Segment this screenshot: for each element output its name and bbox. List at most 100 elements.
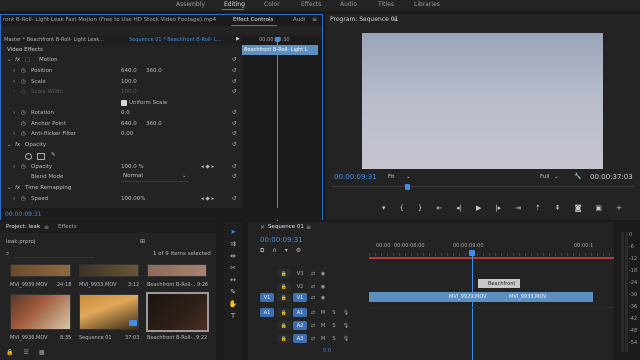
ripple-edit-icon[interactable]: ⇹ bbox=[230, 252, 236, 260]
solo-button[interactable]: S bbox=[329, 334, 339, 343]
stopwatch-icon[interactable]: ◷ bbox=[21, 121, 26, 127]
sync-lock-icon[interactable]: ⇄ bbox=[308, 282, 318, 291]
track-label-a1[interactable]: A1 bbox=[293, 308, 307, 317]
camera-icon[interactable]: ◙ bbox=[575, 204, 582, 212]
stopwatch-icon[interactable]: ◷ bbox=[21, 79, 26, 85]
track-label-a2[interactable]: A2 bbox=[293, 321, 307, 330]
sync-lock-icon[interactable]: ⇄ bbox=[308, 321, 318, 330]
track-lock-icon[interactable]: 🔒 bbox=[277, 308, 291, 317]
track-lock-icon[interactable]: 🔒 bbox=[277, 269, 291, 278]
master-clip-label[interactable]: Master * Beachfront B-Roll- Light Leak..… bbox=[4, 37, 104, 43]
mute-button[interactable]: M bbox=[318, 321, 328, 330]
search-icon[interactable]: ⌕ bbox=[6, 250, 9, 258]
extract-icon[interactable]: ⇞ bbox=[555, 204, 561, 212]
timeline-playhead[interactable] bbox=[472, 256, 473, 360]
workspace-audio[interactable]: Audio bbox=[340, 1, 357, 8]
mark-in-icon[interactable]: { bbox=[399, 204, 403, 212]
effect-controls-timecode[interactable]: 00:00:09:31 bbox=[5, 211, 42, 218]
workspace-assembly[interactable]: Assembly bbox=[176, 1, 205, 8]
work-area-bar[interactable] bbox=[369, 257, 614, 259]
lock-icon[interactable]: 🔒 bbox=[6, 349, 13, 358]
pen-mask-icon[interactable]: ✎ bbox=[51, 152, 56, 158]
eye-icon[interactable]: ◉ bbox=[318, 269, 328, 278]
workspace-color[interactable]: Color bbox=[264, 1, 280, 8]
reset-icon[interactable]: ↺ bbox=[232, 110, 237, 116]
mute-button[interactable]: M bbox=[318, 308, 328, 317]
compare-icon[interactable]: ▣ bbox=[595, 204, 602, 212]
sync-lock-icon[interactable]: ⇄ bbox=[308, 308, 318, 317]
mute-button[interactable]: M bbox=[318, 334, 328, 343]
step-back-icon[interactable]: ◂| bbox=[456, 204, 462, 212]
clip-thumbnail[interactable] bbox=[79, 264, 139, 277]
rotation-value[interactable]: 0.0 bbox=[121, 110, 130, 116]
workspace-libraries[interactable]: Libraries bbox=[414, 1, 440, 8]
stopwatch-icon[interactable]: ◷ bbox=[21, 110, 26, 116]
slip-tool-icon[interactable]: ↔ bbox=[230, 276, 236, 284]
expand-arrow-icon[interactable]: › bbox=[13, 79, 15, 85]
resolution-dropdown[interactable]: Full bbox=[540, 174, 549, 180]
time-remap-expand-icon[interactable]: ⌄ bbox=[7, 185, 12, 191]
tab-sequence[interactable]: Sequence 01 bbox=[268, 224, 304, 230]
snap-icon[interactable]: ⧉ bbox=[260, 247, 264, 255]
workspace-editing[interactable]: Editing bbox=[224, 1, 245, 8]
clip-v2[interactable]: Beachfront bbox=[478, 279, 520, 288]
go-to-out-icon[interactable]: ⇥ bbox=[515, 204, 521, 212]
eye-icon[interactable]: ◉ bbox=[318, 293, 328, 302]
sync-lock-icon[interactable]: ⇄ bbox=[308, 293, 318, 302]
reset-icon[interactable]: ↺ bbox=[232, 89, 237, 95]
hamburger-menu-icon[interactable]: ≡ bbox=[392, 16, 397, 23]
expand-arrow-icon[interactable]: › bbox=[13, 164, 15, 170]
close-icon[interactable]: × bbox=[260, 224, 265, 231]
ruler-ticks[interactable] bbox=[369, 253, 614, 256]
reset-icon[interactable]: ↺ bbox=[232, 68, 237, 74]
microphone-icon[interactable]: 🎙 bbox=[341, 321, 351, 330]
track-select-icon[interactable]: ⇉ bbox=[230, 240, 236, 248]
opacity-value[interactable]: 100.0 % bbox=[121, 164, 144, 170]
pen-tool-icon[interactable]: ✎ bbox=[230, 288, 236, 296]
track-label-v2[interactable]: V2 bbox=[293, 282, 307, 291]
effect-mini-timeline[interactable]: 00:00:09:30 Beachfront B-Roll- Light L bbox=[242, 37, 322, 221]
motion-expand-icon[interactable]: ⌄ bbox=[7, 57, 12, 63]
clip-thumbnail[interactable] bbox=[147, 264, 207, 277]
stopwatch-icon[interactable]: ◷ bbox=[21, 164, 26, 170]
keyframe-nav-icon[interactable]: ◂ ◆ ▸ bbox=[201, 196, 214, 202]
timeline-settings-icon[interactable]: ⚙ bbox=[296, 247, 301, 255]
clip-thumbnail-selected[interactable] bbox=[146, 292, 209, 332]
uniform-scale-checkbox[interactable] bbox=[121, 100, 127, 106]
mini-playhead[interactable] bbox=[277, 37, 278, 221]
fx-badge-icon[interactable]: fx bbox=[15, 57, 20, 63]
razor-tool-icon[interactable]: ✂ bbox=[230, 264, 236, 272]
hamburger-menu-icon[interactable]: ≡ bbox=[306, 224, 311, 231]
play-only-icon[interactable]: ▶ bbox=[236, 36, 240, 42]
mini-clip-bar[interactable]: Beachfront B-Roll- Light L bbox=[242, 45, 318, 55]
hamburger-menu-icon[interactable]: ≡ bbox=[312, 16, 317, 23]
anchor-y-value[interactable]: 360.0 bbox=[146, 121, 162, 127]
track-label-v3[interactable]: V3 bbox=[293, 269, 307, 278]
reset-icon[interactable]: ↺ bbox=[232, 121, 237, 127]
program-scrub-bar[interactable] bbox=[332, 186, 634, 187]
reset-icon[interactable]: ↺ bbox=[232, 196, 237, 202]
reset-icon[interactable]: ↺ bbox=[232, 57, 237, 63]
sync-lock-icon[interactable]: ⇄ bbox=[308, 334, 318, 343]
stopwatch-icon[interactable]: ◷ bbox=[21, 89, 26, 95]
tab-audio-mixer[interactable]: Audi bbox=[293, 17, 305, 23]
linked-selection-icon[interactable]: ∩ bbox=[272, 247, 276, 255]
zoom-fit-dropdown[interactable]: Fit bbox=[388, 174, 394, 180]
microphone-icon[interactable]: 🎙 bbox=[341, 308, 351, 317]
clip-thumbnail[interactable] bbox=[10, 294, 71, 330]
timeline-timecode[interactable]: 00:00:09:31 bbox=[260, 236, 303, 244]
position-x-value[interactable]: 640.0 bbox=[121, 68, 137, 74]
anchor-x-value[interactable]: 640.0 bbox=[121, 121, 137, 127]
chevron-down-icon[interactable]: ⌄ bbox=[406, 174, 411, 180]
position-y-value[interactable]: 360.0 bbox=[146, 68, 162, 74]
play-icon[interactable]: ▶ bbox=[476, 204, 481, 212]
track-lock-icon[interactable]: 🔒 bbox=[277, 334, 291, 343]
workspace-effects[interactable]: Effects bbox=[301, 1, 321, 8]
stopwatch-icon[interactable]: ◷ bbox=[21, 68, 26, 74]
track-lock-icon[interactable]: 🔒 bbox=[277, 293, 291, 302]
list-view-icon[interactable]: ☰ bbox=[23, 349, 28, 358]
tab-effect-controls[interactable]: Effect Controls bbox=[233, 17, 273, 23]
scale-value[interactable]: 100.0 bbox=[121, 79, 137, 85]
solo-button[interactable]: S bbox=[329, 308, 339, 317]
new-bin-icon[interactable]: ⊞ bbox=[140, 238, 145, 245]
